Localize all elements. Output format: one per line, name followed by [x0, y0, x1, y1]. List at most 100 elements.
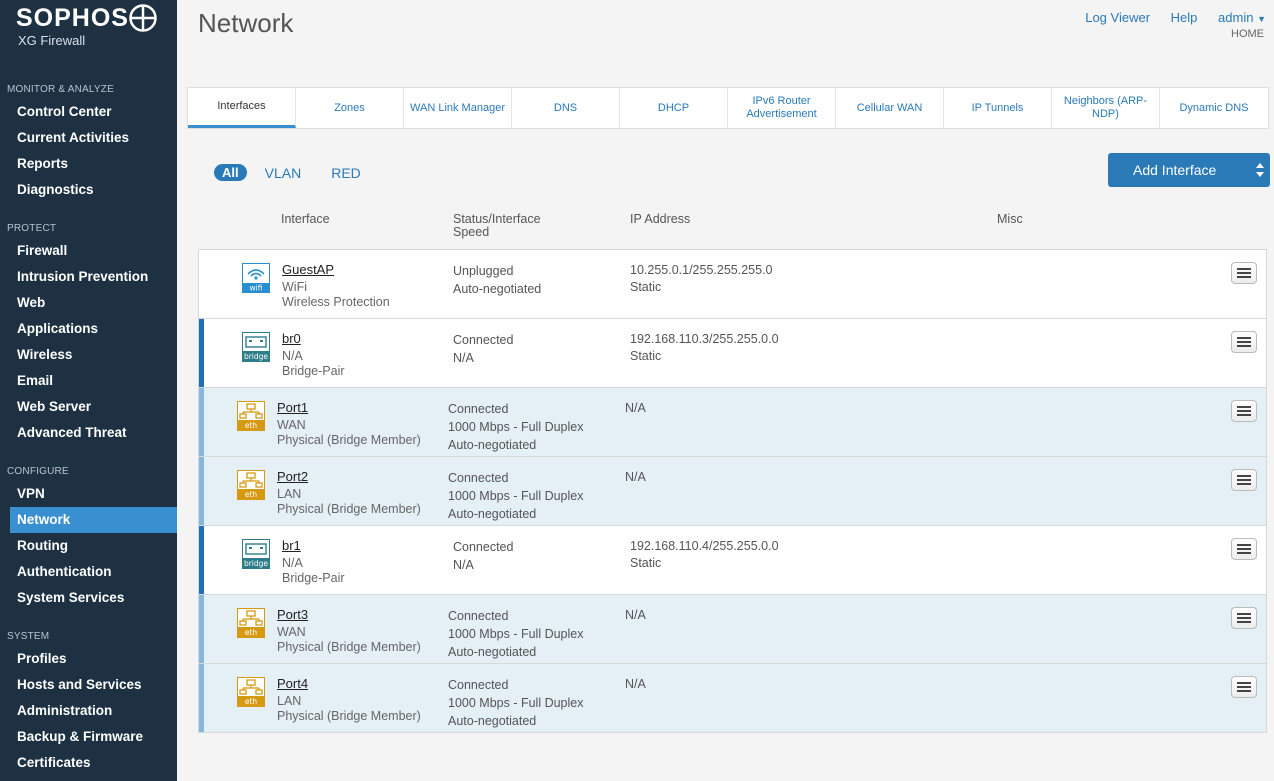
sidebar-item-system-services[interactable]: System Services	[0, 585, 177, 611]
add-interface-button[interactable]: Add Interface	[1108, 153, 1270, 187]
admin-menu[interactable]: admin ▼	[1218, 10, 1266, 25]
interface-type: Bridge-Pair	[282, 364, 345, 378]
sidebar-item-backup-firmware[interactable]: Backup & Firmware	[0, 724, 177, 750]
interface-zone: WAN	[277, 625, 306, 639]
product-name: XG Firewall	[18, 33, 86, 48]
sidebar-item-current-activities[interactable]: Current Activities	[0, 125, 177, 151]
interface-name-link[interactable]: Port2	[277, 469, 308, 484]
filter-red[interactable]: RED	[331, 165, 361, 181]
tab-ip-tunnels[interactable]: IP Tunnels	[944, 88, 1052, 128]
sidebar-item-hosts-and-services[interactable]: Hosts and Services	[0, 672, 177, 698]
interface-name-link[interactable]: Port4	[277, 676, 308, 691]
row-menu-button[interactable]	[1231, 607, 1257, 629]
ip-line: 192.168.110.4/255.255.0.0	[630, 539, 779, 553]
svg-text:eth: eth	[245, 628, 258, 637]
sidebar-item-web-server[interactable]: Web Server	[0, 394, 177, 420]
ip-line: Static	[630, 280, 662, 294]
interface-name-link[interactable]: Port3	[277, 607, 308, 622]
interface-ip: N/A	[625, 676, 646, 693]
interface-zone: WAN	[277, 418, 306, 432]
interface-status: Unplugged Auto-negotiated	[453, 262, 541, 298]
filter-vlan[interactable]: VLAN	[265, 165, 302, 181]
sidebar-item-control-center[interactable]: Control Center	[0, 99, 177, 125]
row-indicator	[199, 250, 204, 318]
svg-text:wifi: wifi	[250, 284, 263, 293]
interface-zone: LAN	[277, 487, 302, 501]
row-menu-button[interactable]	[1231, 331, 1257, 353]
status-line: Connected	[448, 678, 509, 692]
status-line: Connected	[448, 471, 509, 485]
sophos-logo: SOPHOS XG Firewall	[16, 4, 129, 48]
interface-ip: N/A	[625, 469, 646, 486]
sidebar-item-certificates[interactable]: Certificates	[0, 750, 177, 776]
sidebar-item-web[interactable]: Web	[0, 290, 177, 316]
header-ip[interactable]: IP Address	[630, 213, 690, 226]
interface-zone: LAN	[277, 694, 302, 708]
status-line: Unplugged	[453, 264, 514, 278]
nav-heading: SYSTEM	[7, 631, 50, 642]
status-line: 1000 Mbps - Full Duplex	[448, 489, 584, 503]
tab-neighbors-arp-ndp[interactable]: Neighbors (ARP-NDP)	[1052, 88, 1160, 128]
tab-wan-link-manager[interactable]: WAN Link Manager	[404, 88, 512, 128]
interface-name-link[interactable]: GuestAP	[282, 262, 334, 277]
tab-dhcp[interactable]: DHCP	[620, 88, 728, 128]
table-row[interactable]: wifi GuestAP WiFi Wireless Protection Unplug…	[199, 250, 1266, 319]
row-menu-button[interactable]	[1231, 262, 1257, 284]
row-indicator	[199, 595, 204, 663]
admin-label: admin	[1218, 10, 1254, 25]
interface-name-link[interactable]: br1	[282, 538, 301, 553]
sidebar-item-profiles[interactable]: Profiles	[0, 646, 177, 672]
row-menu-button[interactable]	[1231, 400, 1257, 422]
interface-status: Connected 1000 Mbps - Full Duplex Auto-neg…	[448, 400, 583, 454]
sidebar-item-advanced-threat[interactable]: Advanced Threat	[0, 420, 177, 446]
row-menu-button[interactable]	[1231, 538, 1257, 560]
tab-ipv6-router-advertisement[interactable]: IPv6 Router Advertisement	[728, 88, 836, 128]
tab-cellular-wan[interactable]: Cellular WAN	[836, 88, 944, 128]
header-status[interactable]: Status/Interface Speed	[453, 213, 573, 239]
svg-text:eth: eth	[245, 421, 258, 430]
table-row[interactable]: bridge br0 N/A Bridge-Pair Connected N/A 192.1…	[199, 319, 1266, 388]
header-interface[interactable]: Interface	[281, 213, 330, 226]
table-row[interactable]: eth Port4 LAN Physical (Bridge Member) Conne…	[199, 664, 1266, 732]
page-title: Network	[198, 8, 294, 38]
interface-name-link[interactable]: Port1	[277, 400, 308, 415]
table-row[interactable]: eth Port2 LAN Physical (Bridge Member) Conne…	[199, 457, 1266, 526]
tab-zones[interactable]: Zones	[296, 88, 404, 128]
row-menu-button[interactable]	[1231, 469, 1257, 491]
row-indicator	[199, 664, 204, 732]
table-row[interactable]: bridge br1 N/A Bridge-Pair Connected N/A 192.1…	[199, 526, 1266, 595]
home-breadcrumb[interactable]: HOME	[1231, 28, 1264, 40]
table-row[interactable]: eth Port1 WAN Physical (Bridge Member) Conne…	[199, 388, 1266, 457]
tab-dynamic-dns[interactable]: Dynamic DNS	[1160, 88, 1268, 128]
status-line: Connected	[453, 333, 514, 347]
status-line: Connected	[453, 540, 514, 554]
status-line: 1000 Mbps - Full Duplex	[448, 696, 584, 710]
row-menu-button[interactable]	[1231, 676, 1257, 698]
sidebar-item-diagnostics[interactable]: Diagnostics	[0, 177, 177, 203]
filter-all[interactable]: All	[214, 164, 247, 181]
interface-table: wifi GuestAP WiFi Wireless Protection Unplug…	[198, 249, 1267, 733]
sidebar-item-firewall[interactable]: Firewall	[0, 238, 177, 264]
sidebar-item-email[interactable]: Email	[0, 368, 177, 394]
sidebar-item-reports[interactable]: Reports	[0, 151, 177, 177]
tab-dns[interactable]: DNS	[512, 88, 620, 128]
log-viewer-link[interactable]: Log Viewer	[1085, 10, 1150, 25]
sidebar-item-applications[interactable]: Applications	[0, 316, 177, 342]
interface-name-link[interactable]: br0	[282, 331, 301, 346]
row-indicator	[199, 319, 204, 387]
sidebar-item-network[interactable]: Network	[10, 507, 177, 533]
chevron-down-icon: ▼	[1257, 14, 1266, 24]
nav-section: MONITOR & ANALYZE Control Center Current A…	[0, 81, 177, 203]
help-link[interactable]: Help	[1171, 10, 1198, 25]
sidebar-item-authentication[interactable]: Authentication	[0, 559, 177, 585]
sidebar-item-vpn[interactable]: VPN	[0, 481, 177, 507]
sidebar-item-routing[interactable]: Routing	[0, 533, 177, 559]
header-misc[interactable]: Misc	[997, 213, 1023, 226]
interface-status: Connected N/A	[453, 538, 513, 574]
sidebar-item-wireless[interactable]: Wireless	[0, 342, 177, 368]
table-row[interactable]: eth Port3 WAN Physical (Bridge Member) Conne…	[199, 595, 1266, 664]
sidebar-item-intrusion-prevention[interactable]: Intrusion Prevention	[0, 264, 177, 290]
sidebar-item-administration[interactable]: Administration	[0, 698, 177, 724]
nav-heading: MONITOR & ANALYZE	[7, 84, 114, 95]
tab-interfaces[interactable]: Interfaces	[188, 88, 296, 128]
